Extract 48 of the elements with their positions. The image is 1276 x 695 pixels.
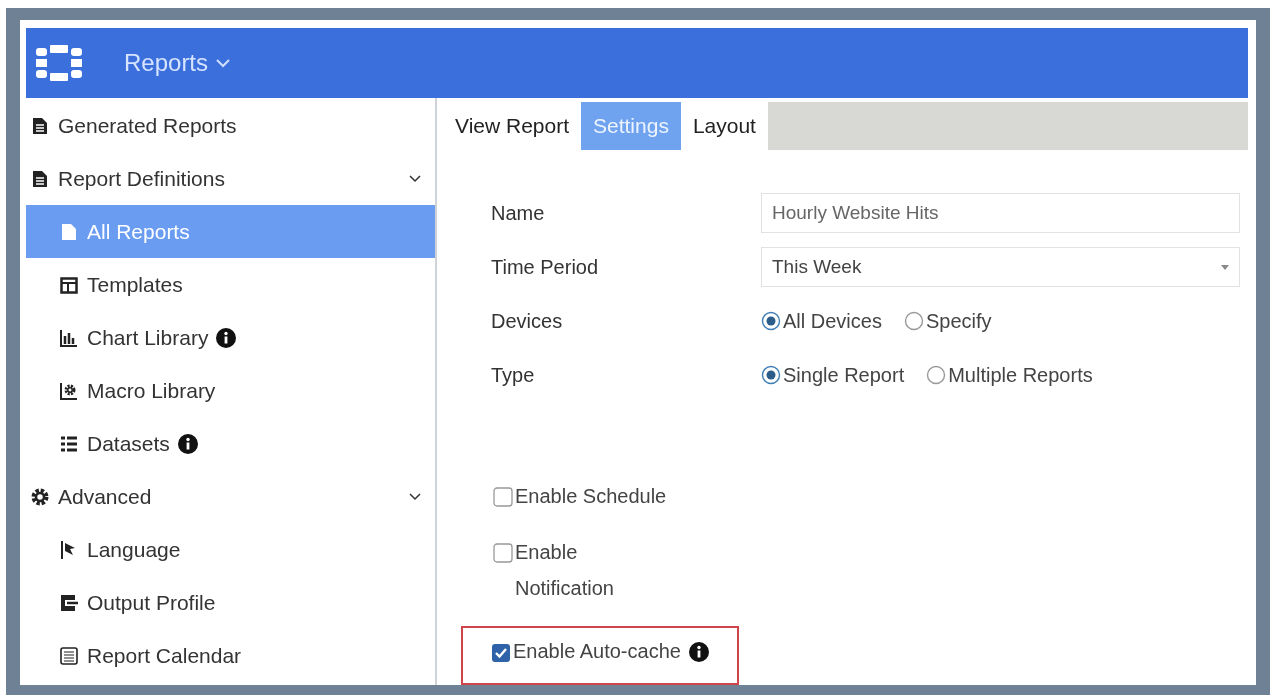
field-label: Name — [491, 201, 546, 225]
sidebar-item[interactable]: Datasets — [26, 417, 435, 470]
module-menu[interactable]: Reports — [120, 45, 235, 81]
sidebar-item[interactable]: Language — [26, 523, 435, 576]
document-icon — [30, 115, 50, 136]
calendar-icon — [59, 645, 79, 666]
sidebar-item[interactable]: Advanced — [26, 470, 435, 523]
time-period-dropdown[interactable]: This Week — [761, 247, 1240, 287]
checkbox-label[interactable]: Enable Auto-cache — [513, 633, 681, 669]
bar-chart-icon — [59, 327, 79, 348]
checkbox[interactable] — [493, 543, 513, 563]
radio-button[interactable] — [761, 311, 781, 331]
grid-logo-icon — [36, 45, 82, 81]
radio-button[interactable] — [926, 365, 947, 385]
chevron-icon[interactable] — [409, 174, 421, 183]
checkbox[interactable] — [493, 487, 513, 507]
field-label: Devices — [491, 309, 564, 333]
sidebar-item[interactable]: Report Definitions — [26, 152, 435, 205]
output-icon — [59, 592, 79, 613]
field-label: Type — [491, 363, 536, 387]
chevron-down-icon — [216, 58, 231, 68]
settings-icon — [30, 486, 50, 507]
sidebar-item[interactable]: Output Profile — [26, 576, 435, 629]
document-icon — [30, 168, 50, 189]
sidebar-item[interactable]: Chart Library — [26, 311, 435, 364]
radio-option[interactable]: Multiple Reports — [926, 363, 1093, 387]
sidebar-item[interactable]: Report Calendar — [26, 629, 435, 682]
radio-option[interactable]: Single Report — [761, 363, 905, 387]
radio-option[interactable]: Specify — [903, 309, 992, 333]
sidebar-item[interactable]: Macro Library — [26, 364, 435, 417]
radio-option[interactable]: All Devices — [761, 309, 882, 333]
name-input[interactable]: Hourly Website Hits — [761, 193, 1240, 233]
document-icon — [59, 221, 79, 242]
checkbox-label[interactable]: Enable Notification — [515, 534, 675, 606]
gear-icon — [59, 380, 79, 401]
checkbox[interactable] — [491, 643, 511, 663]
radio-button[interactable] — [761, 365, 781, 385]
chevron-icon[interactable] — [409, 492, 421, 501]
sidebar-item[interactable]: Templates — [26, 258, 435, 311]
template-icon — [59, 274, 79, 295]
radio-button[interactable] — [903, 311, 924, 331]
info-icon[interactable] — [216, 327, 237, 348]
sidebar-item[interactable]: Generated Reports — [26, 99, 435, 152]
dropdown-arrow-icon — [1221, 264, 1229, 270]
info-icon[interactable] — [177, 433, 198, 454]
checkbox-label[interactable]: Enable Schedule — [515, 478, 667, 514]
field-label: Time Period — [491, 255, 600, 279]
info-icon[interactable] — [688, 642, 709, 662]
